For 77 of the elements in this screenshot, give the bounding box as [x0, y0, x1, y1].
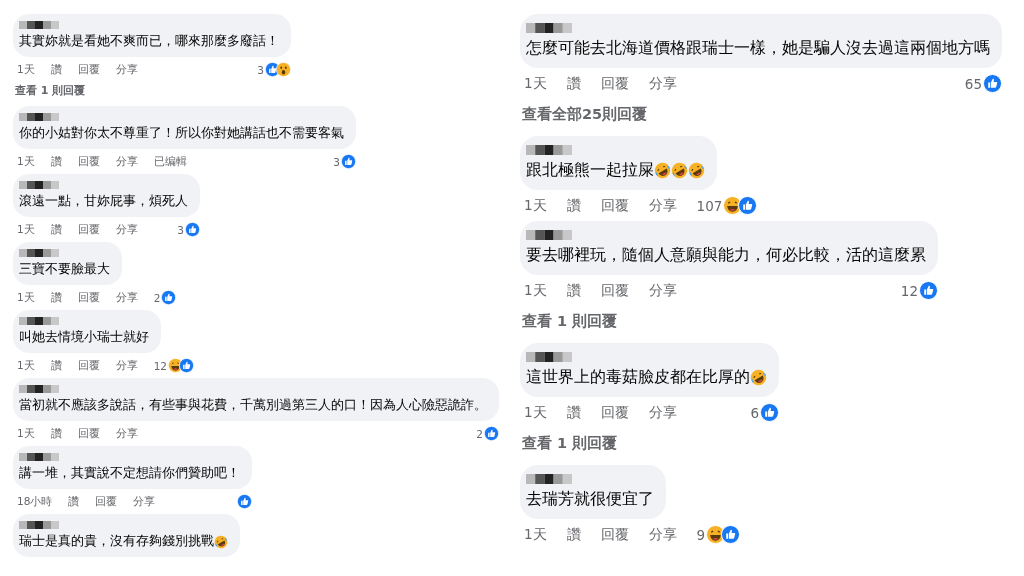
timestamp: 1天 — [17, 154, 35, 169]
view-replies-link[interactable]: 查看 1 則回覆 — [522, 306, 618, 343]
comment-text: 其實妳就是看她不爽而已，哪來那麼多廢話！ — [19, 33, 279, 50]
reply-link[interactable]: 回覆 — [77, 62, 100, 77]
share-link[interactable]: 分享 — [115, 62, 138, 77]
reaction-count: 12 — [153, 359, 168, 372]
like-link[interactable]: 讚 — [566, 403, 581, 422]
share-link[interactable]: 分享 — [115, 426, 138, 441]
timestamp: 1天 — [17, 62, 35, 77]
edited-label: 已编輯 — [153, 154, 187, 169]
like-link[interactable]: 讚 — [68, 494, 80, 509]
share-link[interactable]: 分享 — [133, 494, 156, 509]
share-link[interactable]: 分享 — [648, 196, 677, 215]
comment-text: 跟北極熊一起拉屎 — [526, 160, 654, 181]
timestamp: 1天 — [524, 281, 547, 300]
reply-link[interactable]: 回覆 — [600, 403, 629, 422]
reply-link[interactable]: 回覆 — [77, 222, 100, 237]
reaction-count: 65 — [964, 75, 982, 92]
reaction-count: 3 — [177, 223, 184, 236]
like-link[interactable]: 讚 — [50, 426, 62, 441]
reply-link[interactable]: 回覆 — [77, 358, 100, 373]
reaction-count: 107 — [696, 197, 723, 214]
comment-text: 滾遠一點，甘妳屁事，煩死人 — [19, 193, 188, 210]
timestamp: 1天 — [17, 290, 35, 305]
comment-text: 叫她去情境小瑞士就好 — [19, 329, 149, 346]
reaction-count: 9 — [696, 526, 706, 543]
like-link[interactable]: 讚 — [50, 222, 62, 237]
like-link[interactable]: 讚 — [50, 154, 62, 169]
reaction-count: 6 — [750, 404, 759, 421]
reply-link[interactable]: 回覆 — [77, 290, 100, 305]
timestamp: 1天 — [524, 74, 547, 93]
share-link[interactable]: 分享 — [115, 358, 138, 373]
comment-text: 講一堆，其實說不定想請你們贊助吧！ — [19, 465, 240, 482]
share-link[interactable]: 分享 — [648, 525, 677, 544]
reply-link[interactable]: 回覆 — [600, 196, 629, 215]
reply-link[interactable]: 回覆 — [95, 494, 118, 509]
comment-text: 去瑞芳就很便宜了 — [526, 489, 654, 510]
reply-link[interactable]: 回覆 — [77, 426, 100, 441]
timestamp: 1天 — [17, 222, 35, 237]
comment-text: 三寶不要臉最大 — [19, 261, 110, 278]
comment-text: 你的小姑對你太不尊重了！所以你對她講話也不需要客氣 — [19, 125, 344, 142]
timestamp: 1天 — [17, 358, 35, 373]
share-link[interactable]: 分享 — [115, 222, 138, 237]
reply-link[interactable]: 回覆 — [77, 154, 100, 169]
timestamp: 1天 — [524, 525, 547, 544]
reply-link[interactable]: 回覆 — [600, 525, 629, 544]
like-link[interactable]: 讚 — [50, 62, 62, 77]
comment-text: 瑞士是真的貴，沒有存夠錢別挑戰 — [19, 533, 214, 550]
like-link[interactable]: 讚 — [566, 74, 581, 93]
comment-text: 當初就不應該多說話，有些事與花費，千萬別過第三人的口！因為人心險惡詭詐。 — [19, 397, 487, 414]
view-replies-link[interactable]: 查看 1 則回覆 — [15, 82, 86, 106]
share-link[interactable]: 分享 — [648, 281, 677, 300]
reaction-count: 3 — [257, 63, 264, 76]
comment-text: 怎麼可能去北海道價格跟瑞士一樣，她是騙人沒去過這兩個地方嗎 — [526, 38, 990, 59]
timestamp: 1天 — [524, 403, 547, 422]
timestamp: 1天 — [524, 196, 547, 215]
reaction-count: 3 — [333, 155, 340, 168]
reply-link[interactable]: 回覆 — [600, 74, 629, 93]
like-link[interactable]: 讚 — [50, 290, 62, 305]
view-replies-link[interactable]: 查看全部25則回覆 — [522, 99, 648, 136]
reaction-count: 2 — [476, 427, 483, 440]
like-link[interactable]: 讚 — [566, 525, 581, 544]
reaction-count: 2 — [153, 291, 161, 304]
like-link[interactable]: 讚 — [50, 358, 62, 373]
share-link[interactable]: 分享 — [115, 154, 138, 169]
comment-text: 要去哪裡玩，隨個人意願與能力，何必比較，活的這麼累 — [526, 245, 926, 266]
timestamp: 1天 — [17, 426, 35, 441]
share-link[interactable]: 分享 — [115, 290, 138, 305]
reaction-count: 12 — [900, 282, 918, 299]
reply-link[interactable]: 回覆 — [600, 281, 629, 300]
timestamp: 18小時 — [17, 494, 53, 509]
like-link[interactable]: 讚 — [566, 281, 581, 300]
share-link[interactable]: 分享 — [648, 403, 677, 422]
share-link[interactable]: 分享 — [648, 74, 677, 93]
view-replies-link[interactable]: 查看 1 則回覆 — [522, 428, 618, 465]
comment-text: 這世界上的毒菇臉皮都在比厚的 — [526, 367, 750, 388]
like-link[interactable]: 讚 — [566, 196, 581, 215]
